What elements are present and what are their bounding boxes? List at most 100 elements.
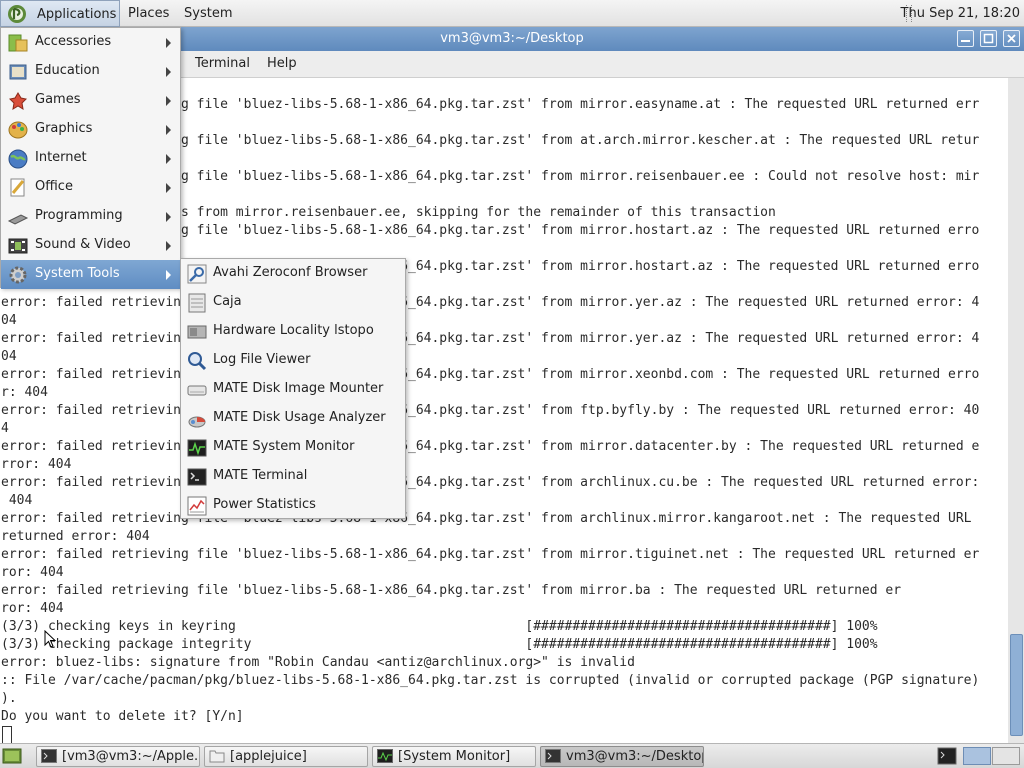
menu-item-games[interactable]: Games [1,86,180,115]
terminal-line: (3/3) checking keys in keyring [########… [1,619,878,634]
terminal-line: error: failed retrieving file 'bluez-lib… [1,403,980,418]
menu-help[interactable]: Help [267,51,297,77]
terminal-prompt-line [1,726,12,743]
minimize-button[interactable] [957,30,974,47]
menu-item-label: Graphics [35,121,93,136]
taskbar-item-label: [vm3@vm3:~/Apple... [62,749,200,764]
menu-item-internet[interactable]: Internet [1,144,180,173]
graphics-icon [8,121,28,139]
menu-item-label: Log File Viewer [213,352,311,367]
system-monitor-icon [377,749,393,763]
system-monitor-icon [187,439,207,457]
menu-item-mate-system-monitor[interactable]: MATE System Monitor [181,433,405,462]
menu-item-label: MATE Terminal [213,468,308,483]
menu-item-graphics[interactable]: Graphics [1,115,180,144]
taskbar-item-apple-terminal[interactable]: [vm3@vm3:~/Apple... [36,746,200,767]
applications-label: Applications [37,7,117,22]
menu-item-label: MATE Disk Image Mounter [213,381,384,396]
places-menu-button[interactable]: Places [120,0,177,27]
terminal-line: 4 [1,421,9,436]
menu-item-accessories[interactable]: Accessories [1,28,180,57]
caja-icon [188,293,206,313]
menu-item-label: Office [35,179,73,194]
menu-item-sound-video[interactable]: Sound & Video [1,231,180,260]
submenu-arrow-icon [166,38,171,48]
menu-item-label: Accessories [35,34,112,49]
menu-item-programming[interactable]: Programming [1,202,180,231]
system-tools-icon [9,266,27,284]
hardware-icon [187,325,207,339]
taskbar-item-label: [System Monitor] [398,749,511,764]
taskbar-item-desktop-terminal[interactable]: vm3@vm3:~/Desktop [540,746,704,767]
mouse-pointer-icon [44,630,56,648]
menu-item-office[interactable]: Office [1,173,180,202]
close-button[interactable] [1003,30,1020,47]
menu-item-mate-disk-image-mounter[interactable]: MATE Disk Image Mounter [181,375,405,404]
terminal-tray-icon[interactable] [937,747,957,765]
terminal-line: ). [1,691,17,706]
internet-icon [8,149,28,169]
terminal-line: r: 404 [1,385,48,400]
show-desktop-icon[interactable] [2,747,22,765]
terminal-line: Do you want to delete it? [Y/n] [1,709,252,724]
minimize-icon [961,40,970,42]
close-icon [1007,34,1016,43]
window-title: vm3@vm3:~/Desktop [440,31,584,46]
menu-item-system-tools[interactable]: System Tools [1,260,180,289]
system-tools-submenu: Avahi Zeroconf Browser Caja Hardware Loc… [180,258,406,519]
log-viewer-icon [188,352,207,371]
submenu-arrow-icon [166,67,171,77]
taskbar-item-system-monitor[interactable]: [System Monitor] [372,746,536,767]
mate-logo-icon [8,5,26,23]
menu-item-caja[interactable]: Caja [181,288,405,317]
system-menu-button[interactable]: System [176,0,240,27]
menu-item-hardware-locality-lstopo[interactable]: Hardware Locality lstopo [181,317,405,346]
avahi-icon [187,264,207,284]
taskbar-item-applejuice[interactable]: [applejuice] [204,746,368,767]
submenu-arrow-icon [166,125,171,135]
menu-item-label: Power Statistics [213,497,316,512]
maximize-button[interactable] [980,30,997,47]
taskbar-item-label: [applejuice] [230,749,307,764]
menu-item-avahi-zeroconf-browser[interactable]: Avahi Zeroconf Browser [181,259,405,288]
workspace-2[interactable] [992,747,1020,765]
power-statistics-icon [187,496,207,516]
submenu-arrow-icon [166,212,171,222]
menu-terminal[interactable]: Terminal [195,51,250,77]
workspace-1[interactable] [963,747,991,765]
sound-video-icon [8,238,28,254]
terminal-line: 404 [1,493,33,508]
terminal-line: (3/3) checking package integrity [######… [1,637,878,652]
scrollbar-thumb[interactable] [1010,634,1023,736]
terminal-line: returned error: 404 [1,529,150,544]
terminal-line: error: failed retrieving file 'bluez-lib… [1,583,902,598]
programming-icon [7,214,29,225]
menu-item-power-statistics[interactable]: Power Statistics [181,491,405,520]
menu-item-label: Internet [35,150,87,165]
terminal-line: error: failed retrieving file 'bluez-lib… [1,475,980,490]
menu-item-label: Education [35,63,100,78]
menu-item-education[interactable]: Education [1,57,180,86]
terminal-line: error: failed retrieving file 'bluez-lib… [1,331,980,346]
menu-item-log-file-viewer[interactable]: Log File Viewer [181,346,405,375]
terminal-line: ror: 404 [1,601,64,616]
terminal-line: 04 [1,349,17,364]
submenu-arrow-icon [166,270,171,280]
menu-item-label: Caja [213,294,242,309]
terminal-line: error: failed retrieving file 'bluez-lib… [1,295,980,310]
menu-item-label: MATE System Monitor [213,439,355,454]
terminal-line: error: failed retrieving file 'bluez-lib… [1,511,972,526]
games-icon [8,92,28,110]
terminal-icon [545,749,561,763]
disk-usage-icon [188,416,206,428]
menu-item-mate-disk-usage-analyzer[interactable]: MATE Disk Usage Analyzer [181,404,405,433]
text-cursor [2,726,12,743]
disk-mounter-icon [187,385,207,396]
applications-menu-button[interactable]: Applications [0,0,120,27]
terminal-scrollbar[interactable] [1008,78,1024,743]
clock[interactable]: Thu Sep 21, 18:20 [901,0,1020,27]
menu-item-mate-terminal[interactable]: MATE Terminal [181,462,405,491]
terminal-line: error: failed retrieving file 'bluez-lib… [1,367,980,382]
terminal-line: 04 [1,313,17,328]
menu-item-label: Sound & Video [35,237,131,252]
